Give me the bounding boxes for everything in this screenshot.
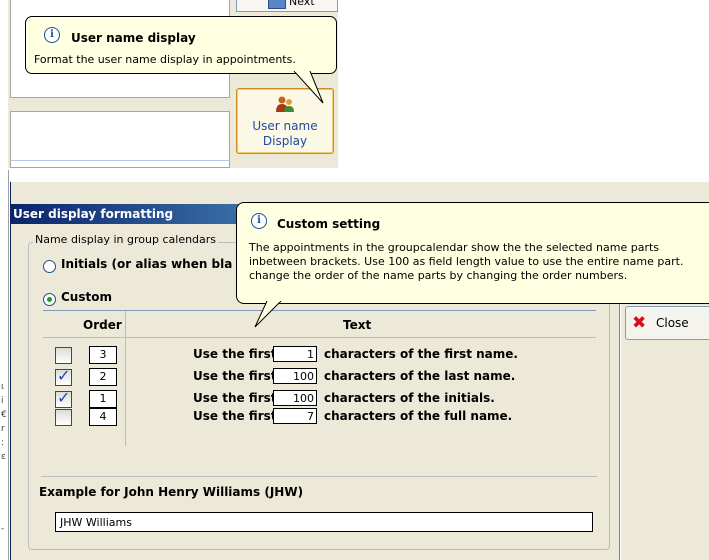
user-button-label-2: Display bbox=[262, 134, 308, 148]
dialog-title: User display formatting bbox=[13, 207, 174, 221]
row-prefix: Use the first bbox=[193, 369, 277, 383]
example-label: Example for John Henry Williams (JHW) bbox=[39, 485, 304, 499]
radio-custom[interactable] bbox=[43, 293, 56, 306]
tooltip-line: The appointments in the groupcalendar sh… bbox=[249, 241, 660, 254]
column-header-order: Order bbox=[83, 318, 122, 332]
row-prefix: Use the first bbox=[193, 347, 277, 361]
order-field[interactable]: 2 bbox=[89, 368, 117, 386]
example-preview-field: JHW Williams bbox=[55, 512, 593, 532]
dialog-titlebar: User display formatting bbox=[11, 204, 241, 224]
user-button-label-1: User name bbox=[252, 119, 318, 133]
next-button[interactable]: Next bbox=[236, 0, 338, 12]
toolbar-panel: Next User name Display i User name displ… bbox=[8, 0, 338, 168]
next-icon bbox=[268, 0, 286, 9]
length-field[interactable]: 1 bbox=[273, 346, 317, 362]
row-checkbox[interactable]: ✓ bbox=[55, 388, 72, 408]
row-checkbox[interactable] bbox=[55, 347, 72, 364]
checkmark-icon: ✓ bbox=[57, 388, 71, 407]
row-prefix: Use the first bbox=[193, 391, 277, 405]
name-parts-grid: Order Text 3 Use the first 1 characters … bbox=[43, 310, 596, 446]
radio-initials[interactable] bbox=[43, 260, 56, 273]
tooltip-custom-setting: i Custom setting The appointments in the… bbox=[236, 202, 709, 304]
info-icon: i bbox=[251, 213, 267, 229]
order-field[interactable]: 4 bbox=[89, 408, 117, 426]
tooltip-body: Format the user name display in appointm… bbox=[34, 53, 296, 66]
tooltip-user-name-display: i User name display Format the user name… bbox=[25, 16, 337, 74]
row-prefix: Use the first bbox=[193, 409, 277, 423]
name-part-row: ✓ 2 Use the first 100 characters of the … bbox=[43, 366, 596, 386]
tooltip-pointer bbox=[254, 301, 282, 328]
row-suffix: characters of the initials. bbox=[324, 391, 495, 405]
content-frame-lower bbox=[10, 111, 230, 168]
radio-initials-label[interactable]: Initials (or alias when bla bbox=[61, 257, 232, 271]
name-part-row: 4 Use the first 7 characters of the full… bbox=[43, 408, 596, 426]
length-field[interactable]: 7 bbox=[273, 408, 317, 424]
row-suffix: characters of the full name. bbox=[324, 409, 513, 423]
tooltip-line: inbetween brackets. Use 100 as field len… bbox=[249, 255, 684, 268]
length-field[interactable]: 100 bbox=[273, 390, 317, 406]
radio-custom-label[interactable]: Custom bbox=[61, 290, 112, 304]
row-checkbox[interactable]: ✓ bbox=[55, 366, 72, 386]
groupbox-legend: Name display in group calendars bbox=[33, 233, 219, 246]
tooltip-title: User name display bbox=[71, 31, 196, 45]
row-suffix: characters of the first name. bbox=[324, 347, 518, 361]
next-button-label: Next bbox=[289, 0, 315, 8]
order-field[interactable]: 3 bbox=[89, 346, 117, 364]
tooltip-body: The appointments in the groupcalendar sh… bbox=[249, 241, 683, 283]
tooltip-line: change the order of the name parts by ch… bbox=[249, 269, 628, 282]
checkmark-icon: ✓ bbox=[57, 366, 71, 385]
name-part-row: ✓ 1 Use the first 100 characters of the … bbox=[43, 388, 596, 408]
info-icon: i bbox=[44, 27, 60, 43]
column-header-text: Text bbox=[343, 318, 372, 332]
name-part-row: 3 Use the first 1 characters of the firs… bbox=[43, 346, 596, 364]
left-background-strip: ι i € r:ε - bbox=[0, 170, 9, 560]
tooltip-pointer bbox=[293, 71, 324, 104]
user-display-formatting-dialog: User display formatting ✖ Close Name dis… bbox=[10, 182, 709, 560]
close-button[interactable]: ✖ Close bbox=[625, 306, 709, 340]
row-suffix: characters of the last name. bbox=[324, 369, 516, 383]
length-field[interactable]: 100 bbox=[273, 368, 317, 384]
close-icon: ✖ bbox=[632, 313, 647, 333]
tooltip-title: Custom setting bbox=[277, 217, 381, 231]
row-checkbox[interactable] bbox=[55, 409, 72, 426]
order-field[interactable]: 1 bbox=[89, 390, 117, 408]
separator bbox=[41, 476, 597, 477]
close-button-label: Close bbox=[656, 316, 689, 330]
